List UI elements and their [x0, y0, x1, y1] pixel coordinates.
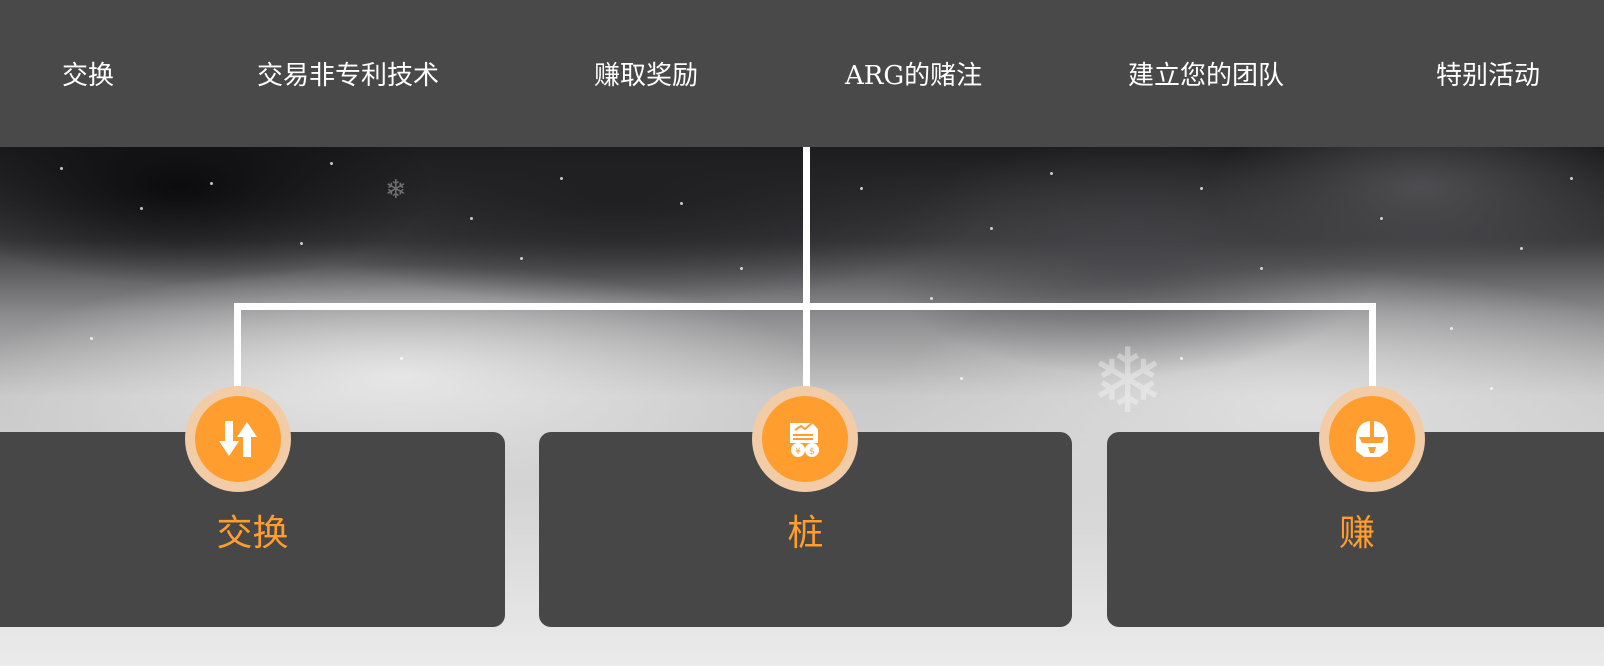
nav-item-special-events[interactable]: 特别活动: [1436, 56, 1540, 96]
badge-earn: [1319, 386, 1425, 492]
connector-horizontal: [234, 303, 1376, 310]
badge-exchange: [185, 386, 291, 492]
badge-inner: [1329, 396, 1415, 482]
nav-item-build-team[interactable]: 建立您的团队: [1128, 56, 1284, 96]
badge-stake: ¥ $: [752, 386, 858, 492]
svg-text:¥: ¥: [795, 447, 801, 457]
snowflake-icon: ❄: [385, 175, 407, 205]
card-title: 交换: [216, 513, 289, 554]
top-nav: 交换 交易非专利技术 赚取奖励 ARG的赌注 建立您的团队 特别活动: [0, 0, 1604, 147]
badge-inner: ¥ $: [762, 396, 848, 482]
nav-item-trade-know-how[interactable]: 交易非专利技术: [257, 56, 439, 96]
nav-item-arg-stake[interactable]: ARG的赌注: [845, 56, 982, 96]
svg-text:$: $: [809, 447, 815, 457]
nav-item-earn-rewards[interactable]: 赚取奖励: [594, 56, 698, 96]
snowflake-icon: ❄: [1090, 329, 1166, 434]
badge-inner: [195, 396, 281, 482]
card-title: 赚: [1338, 513, 1375, 554]
nav-item-exchange[interactable]: 交换: [62, 56, 114, 96]
card-title: 桩: [787, 513, 824, 554]
stake-document-coins-icon: ¥ $: [790, 422, 819, 457]
connector-trunk: [803, 147, 810, 387]
connector-left: [234, 303, 241, 387]
swap-arrows-icon: [219, 421, 257, 457]
connector-right: [1369, 303, 1376, 387]
helmet-icon: [1356, 421, 1388, 457]
